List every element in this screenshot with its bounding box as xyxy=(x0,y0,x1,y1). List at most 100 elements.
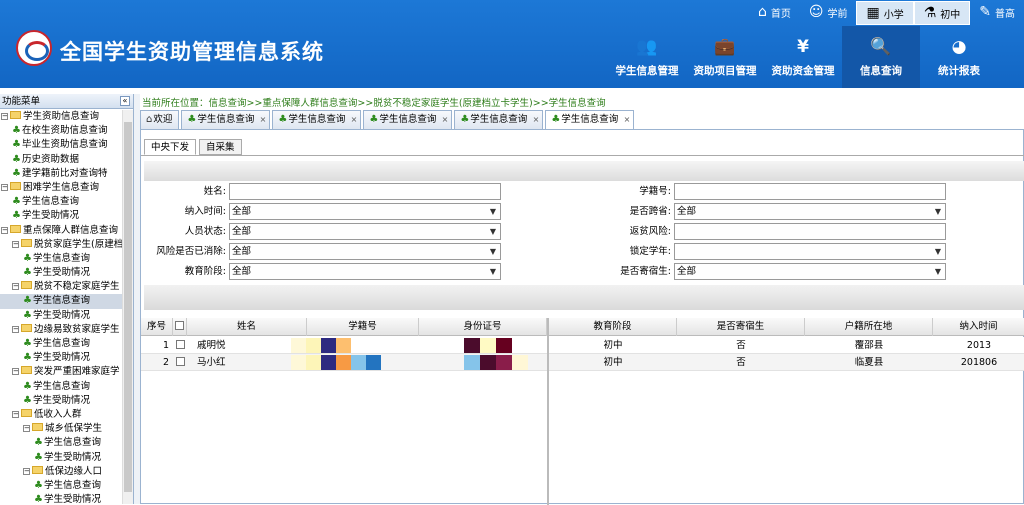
stage-link-2[interactable]: ▦ 小学 xyxy=(856,1,914,25)
tree-item[interactable]: ♣学生受助情况 xyxy=(0,209,122,223)
sidebar-scrollbar[interactable] xyxy=(122,110,133,504)
text-field[interactable] xyxy=(229,183,501,200)
expand-toggle-icon[interactable]: − xyxy=(23,467,30,475)
expand-toggle-icon[interactable]: − xyxy=(12,240,19,248)
tree-item-label: 学生受助情况 xyxy=(21,210,79,222)
tree-item[interactable]: ♣学生信息查询 xyxy=(0,380,122,394)
stage-link-3[interactable]: ⚗ 初中 xyxy=(913,1,971,25)
tab-2[interactable]: ♣学生信息查询 × xyxy=(272,110,362,129)
expand-toggle-icon[interactable]: − xyxy=(1,183,8,191)
close-tab-icon[interactable]: × xyxy=(351,111,358,129)
tree-item[interactable]: − 边缘易致贫家庭学生 xyxy=(0,323,122,337)
tree-item[interactable]: ♣学生受助情况 xyxy=(0,451,122,465)
tree-item[interactable]: ♣学生信息查询 xyxy=(0,294,122,309)
tree-item[interactable]: − 重点保障人群信息查询 xyxy=(0,224,122,238)
subtab-1[interactable]: 自采集 xyxy=(199,139,242,155)
expand-toggle-icon[interactable]: − xyxy=(12,325,19,333)
select-all-checkbox[interactable] xyxy=(175,321,184,330)
chevron-down-icon[interactable]: ▼ xyxy=(932,265,944,278)
row-checkbox-cell[interactable] xyxy=(173,354,187,371)
stage-link-0[interactable]: ⌂ 首页 xyxy=(749,0,800,24)
tree-item[interactable]: − 脱贫不稳定家庭学生 xyxy=(0,280,122,294)
select-field[interactable]: 全部 ▼ xyxy=(229,203,501,220)
field-label: 纳入时间: xyxy=(184,206,226,217)
tab-5[interactable]: ♣学生信息查询 × xyxy=(545,110,635,129)
row-checkbox[interactable] xyxy=(175,357,185,366)
select-field[interactable]: 全部 ▼ xyxy=(674,263,946,280)
nav-item-3[interactable]: 🔍 信息查询 xyxy=(842,26,920,88)
expand-toggle-icon[interactable]: − xyxy=(1,113,8,120)
tree-item[interactable]: ♣毕业生资助信息查询 xyxy=(0,138,122,152)
close-tab-icon[interactable]: × xyxy=(624,111,631,129)
tree-item[interactable]: ♣学生信息查询 xyxy=(0,337,122,351)
tree-item[interactable]: ♣学生信息查询 xyxy=(0,252,122,266)
stage-link-4[interactable]: ✎ 普高 xyxy=(970,0,1024,24)
text-field[interactable] xyxy=(674,183,946,200)
tree-item[interactable]: ♣历史资助数据 xyxy=(0,153,122,167)
subtab-0[interactable]: 中央下发 xyxy=(144,139,197,155)
select-field[interactable]: 全部 ▼ xyxy=(229,263,501,280)
tree-item[interactable]: ♣学生受助情况 xyxy=(0,266,122,280)
select-field[interactable]: 全部 ▼ xyxy=(229,223,501,240)
tab-0[interactable]: ⌂欢迎 xyxy=(140,110,180,129)
chevron-down-icon[interactable]: ▼ xyxy=(487,265,499,278)
tree-item[interactable]: ♣学生受助情况 xyxy=(0,394,122,408)
tree-item[interactable]: ♣学生信息查询 xyxy=(0,479,122,493)
table-row[interactable]: 2 马小红 初中 否 临夏县 201806 xyxy=(141,354,1024,371)
close-tab-icon[interactable]: × xyxy=(442,111,449,129)
stage-link-1[interactable]: ☺ 学前 xyxy=(800,0,857,24)
tree-item[interactable]: ♣学生受助情况 xyxy=(0,351,122,365)
tree-item[interactable]: ♣学生受助情况 xyxy=(0,309,122,323)
expand-toggle-icon[interactable]: − xyxy=(1,226,8,234)
tab-3[interactable]: ♣学生信息查询 × xyxy=(363,110,453,129)
chevron-down-icon[interactable]: ▼ xyxy=(487,225,499,238)
tree-item[interactable]: ♣建学籍前比对查询特 xyxy=(0,167,122,181)
tree-item[interactable]: − 突发严重困难家庭学 xyxy=(0,365,122,379)
yuan-icon: ¥ xyxy=(797,37,809,57)
tree-item[interactable]: − 低收入人群 xyxy=(0,408,122,422)
tree-item[interactable]: ♣学生信息查询 xyxy=(0,195,122,209)
redacted-block xyxy=(464,338,480,353)
field-label: 是否寄宿生: xyxy=(620,266,671,277)
tab-1[interactable]: ♣学生信息查询 × xyxy=(181,110,271,129)
row-checkbox-cell[interactable] xyxy=(173,337,187,354)
row-checkbox[interactable] xyxy=(175,340,185,349)
select-field[interactable]: ▼ xyxy=(674,243,946,260)
tree-item[interactable]: − 低保边缘人口 xyxy=(0,465,122,479)
tree-item[interactable]: − 学生资助信息查询 xyxy=(0,110,122,124)
chevron-down-icon[interactable]: ▼ xyxy=(487,245,499,258)
chevron-down-icon[interactable]: ▼ xyxy=(932,245,944,258)
select-field[interactable]: 全部 ▼ xyxy=(674,203,946,220)
chevron-down-icon[interactable]: ▼ xyxy=(932,205,944,218)
tree-item[interactable]: − 困难学生信息查询 xyxy=(0,181,122,195)
scrollbar-thumb[interactable] xyxy=(124,122,132,492)
tree-item[interactable]: − 脱贫家庭学生(原建档 xyxy=(0,238,122,252)
redacted-block xyxy=(351,355,366,370)
folder-icon xyxy=(10,181,21,190)
source-tabs: 中央下发 自采集 xyxy=(144,139,245,155)
expand-toggle-icon[interactable]: − xyxy=(12,410,19,418)
close-tab-icon[interactable]: × xyxy=(260,111,267,129)
tab-4[interactable]: ♣学生信息查询 × xyxy=(454,110,544,129)
close-tab-icon[interactable]: × xyxy=(533,111,540,129)
select-field[interactable]: 全部 ▼ xyxy=(229,243,501,260)
expand-toggle-icon[interactable]: − xyxy=(12,368,19,376)
table-row[interactable]: 1 戚明悦 初中 否 覆邵县 2013 xyxy=(141,337,1024,354)
tree-item[interactable]: ♣学生受助情况 xyxy=(0,493,122,504)
nav-item-4[interactable]: ◕ 统计报表 xyxy=(920,26,998,88)
tree-item[interactable]: − 城乡低保学生 xyxy=(0,422,122,436)
nav-item-label: 信息查询 xyxy=(860,65,902,77)
text-field[interactable] xyxy=(674,223,946,240)
expand-toggle-icon[interactable]: − xyxy=(23,425,30,433)
leaf-icon: ♣ xyxy=(23,295,32,307)
chevron-down-icon[interactable]: ▼ xyxy=(487,205,499,218)
expand-toggle-icon[interactable]: − xyxy=(12,283,19,291)
collapse-sidebar-button[interactable]: « xyxy=(120,96,130,106)
tree-item[interactable]: ♣在校生资助信息查询 xyxy=(0,124,122,138)
nav-item-2[interactable]: ¥ 资助资金管理 xyxy=(764,26,842,88)
tree-item[interactable]: ♣学生信息查询 xyxy=(0,436,122,450)
column-header[interactable] xyxy=(173,318,187,336)
nav-item-1[interactable]: 💼 资助项目管理 xyxy=(686,26,764,88)
nav-item-0[interactable]: 👥 学生信息管理 xyxy=(608,26,686,88)
nav-item-5[interactable]: ▤政 xyxy=(998,26,1024,88)
